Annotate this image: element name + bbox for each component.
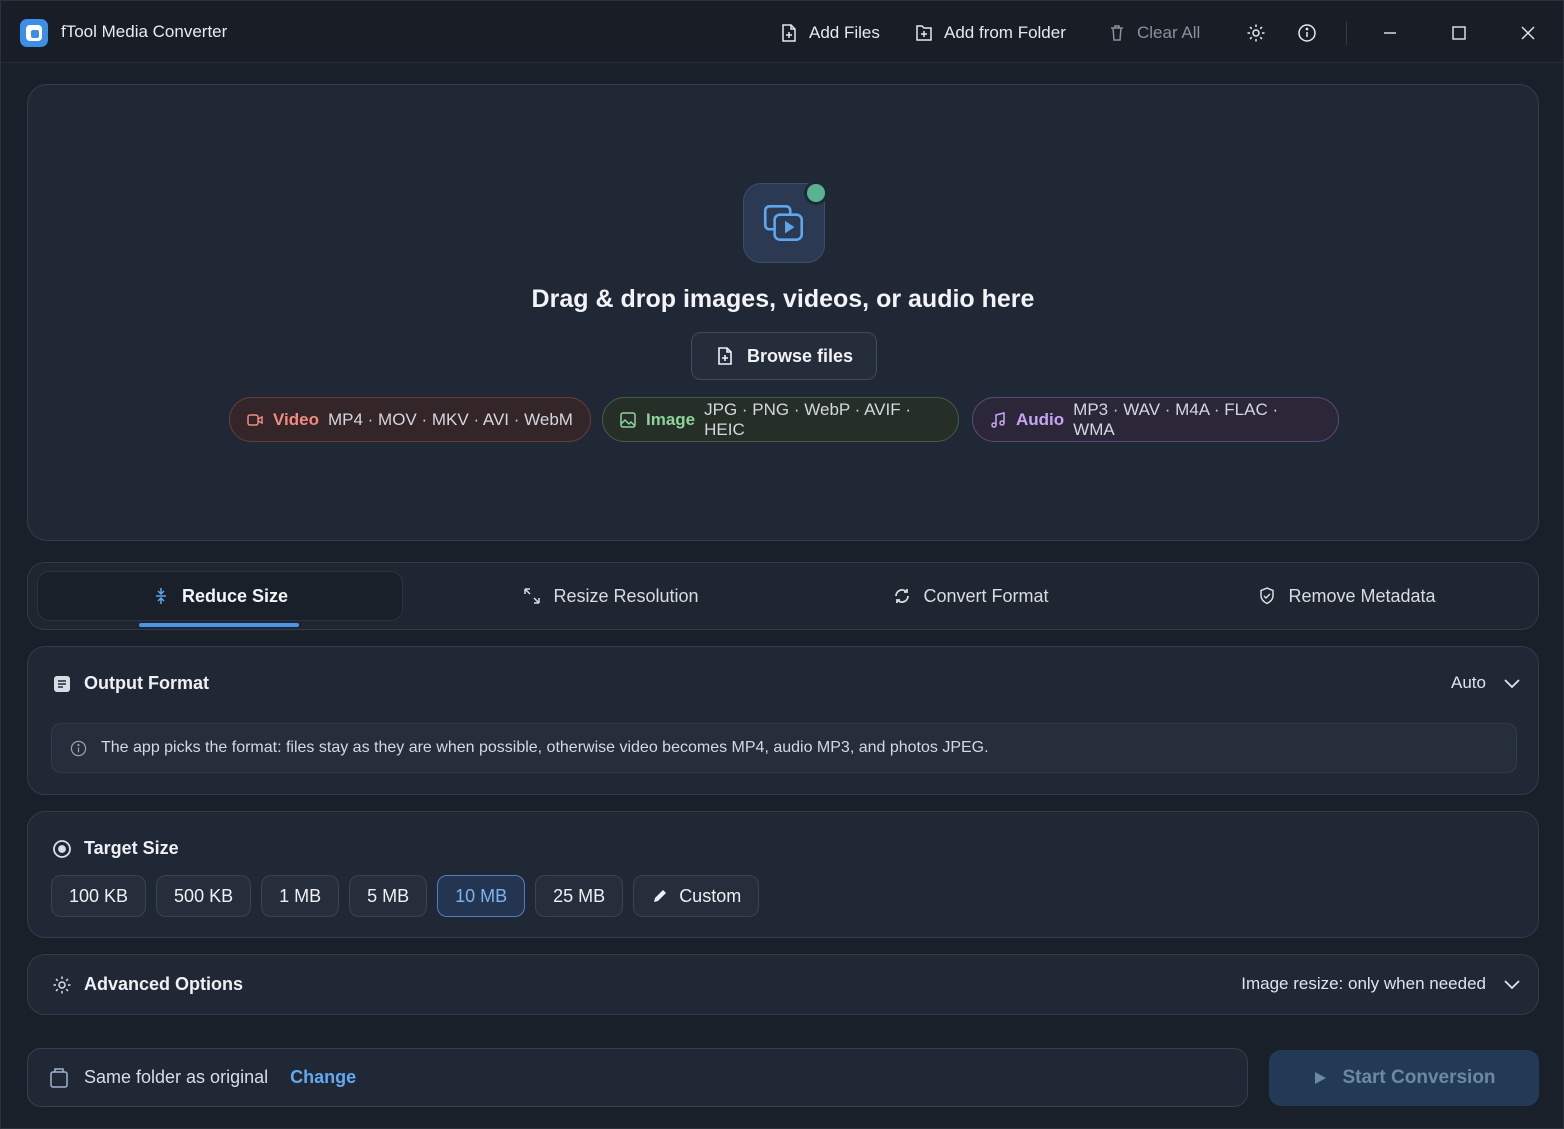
file-plus-icon bbox=[715, 346, 735, 366]
app-logo-icon bbox=[20, 19, 48, 47]
add-from-folder-button[interactable]: Add from Folder bbox=[914, 19, 1066, 47]
change-folder-link[interactable]: Change bbox=[290, 1067, 356, 1088]
video-format-chip: Video MP4 · MOV · MKV · AVI · WebM bbox=[229, 397, 591, 442]
clear-all-label: Clear All bbox=[1137, 23, 1201, 42]
app-title: fTool Media Converter bbox=[61, 22, 228, 41]
size-option-10mb[interactable]: 10 MB bbox=[437, 875, 526, 917]
tab-reduce-size[interactable]: Reduce Size bbox=[37, 571, 403, 621]
pencil-icon bbox=[651, 887, 669, 905]
music-note-icon bbox=[989, 411, 1007, 429]
target-size-header: Target Size bbox=[52, 838, 179, 859]
chevron-down-icon bbox=[1502, 974, 1522, 994]
info-icon bbox=[1298, 24, 1316, 42]
output-format-title: Output Format bbox=[84, 673, 209, 693]
browse-files-label: Browse files bbox=[746, 345, 854, 366]
about-button[interactable] bbox=[1293, 19, 1321, 47]
tab-convert-format[interactable]: Convert Format bbox=[788, 571, 1154, 621]
output-format-dropdown[interactable]: Auto bbox=[1451, 673, 1522, 693]
image-chip-formats: JPG · PNG · WebP · AVIF · HEIC bbox=[704, 399, 912, 439]
folder-icon bbox=[48, 1067, 70, 1089]
clear-all-button[interactable]: Clear All bbox=[1107, 19, 1200, 47]
output-format-info-text: The app picks the format: files stay as … bbox=[101, 739, 989, 756]
maximize-button[interactable] bbox=[1445, 19, 1473, 47]
mode-tabs: Reduce Size Resize Resolution Convert Fo… bbox=[27, 562, 1539, 630]
maximize-icon bbox=[1452, 26, 1466, 40]
size-option-5mb[interactable]: 5 MB bbox=[349, 875, 428, 917]
size-option-1mb[interactable]: 1 MB bbox=[261, 875, 340, 917]
advanced-options-header: Advanced Options bbox=[52, 974, 243, 995]
audio-chip-category: Audio bbox=[1016, 409, 1065, 429]
advanced-options-panel[interactable]: Advanced Options Image resize: only when… bbox=[27, 954, 1539, 1015]
image-chip-category: Image bbox=[646, 409, 696, 429]
output-format-panel: Output Format Auto The app picks the for… bbox=[27, 646, 1539, 795]
audio-format-chip: Audio MP3 · WAV · M4A · FLAC · WMA bbox=[972, 397, 1339, 442]
output-folder-label: Same folder as original bbox=[84, 1067, 269, 1087]
shield-icon bbox=[1258, 587, 1276, 605]
start-conversion-button[interactable]: Start Conversion bbox=[1269, 1050, 1539, 1106]
video-icon bbox=[246, 411, 264, 429]
size-option-25mb[interactable]: 25 MB bbox=[535, 875, 624, 917]
resize-icon bbox=[523, 587, 541, 605]
app-window: fTool Media Converter Add Files Add from… bbox=[0, 0, 1564, 1129]
compress-icon bbox=[152, 587, 170, 605]
drop-title: Drag & drop images, videos, or audio her… bbox=[531, 285, 1035, 313]
add-files-button[interactable]: Add Files bbox=[779, 19, 880, 47]
drop-zone[interactable]: Drag & drop images, videos, or audio her… bbox=[27, 84, 1539, 541]
add-files-label: Add Files bbox=[809, 23, 880, 42]
tab-remove-metadata[interactable]: Remove Metadata bbox=[1164, 571, 1530, 621]
gear-icon bbox=[52, 975, 72, 995]
output-format-header: Output Format bbox=[52, 673, 209, 694]
audio-chip-formats: MP3 · WAV · M4A · FLAC · WMA bbox=[1073, 399, 1279, 439]
custom-size-label: Custom bbox=[679, 885, 742, 906]
add-from-folder-label: Add from Folder bbox=[944, 23, 1066, 42]
advanced-options-toggle[interactable]: Image resize: only when needed bbox=[1241, 974, 1522, 994]
active-tab-indicator bbox=[139, 623, 299, 627]
target-size-panel: Target Size 100 KB 500 KB 1 MB 5 MB 10 M… bbox=[27, 811, 1539, 938]
advanced-options-title: Advanced Options bbox=[84, 974, 244, 994]
image-icon bbox=[619, 411, 637, 429]
toolbar-divider bbox=[1346, 21, 1347, 45]
size-option-custom[interactable]: Custom bbox=[633, 875, 760, 917]
gear-icon bbox=[1247, 24, 1265, 42]
image-format-chip: Image JPG · PNG · WebP · AVIF · HEIC bbox=[602, 397, 959, 442]
document-icon bbox=[52, 674, 72, 694]
trash-icon bbox=[1107, 23, 1127, 43]
tab-remove-metadata-label: Remove Metadata bbox=[1288, 585, 1436, 606]
play-icon bbox=[1312, 1070, 1328, 1086]
tab-resize-resolution[interactable]: Resize Resolution bbox=[428, 571, 794, 621]
video-chip-formats: MP4 · MOV · MKV · AVI · WebM bbox=[327, 409, 573, 429]
refresh-icon bbox=[893, 587, 911, 605]
close-icon bbox=[1521, 26, 1535, 40]
target-icon bbox=[52, 839, 72, 859]
output-folder-bar: Same folder as original Change bbox=[27, 1048, 1248, 1107]
output-format-info: The app picks the format: files stay as … bbox=[51, 723, 1517, 773]
advanced-options-summary: Image resize: only when needed bbox=[1241, 974, 1486, 993]
settings-button[interactable] bbox=[1242, 19, 1270, 47]
output-format-value: Auto bbox=[1451, 673, 1486, 692]
video-chip-category: Video bbox=[273, 409, 319, 429]
minimize-icon bbox=[1384, 32, 1396, 34]
browse-files-button[interactable]: Browse files bbox=[691, 332, 877, 380]
status-dot bbox=[804, 181, 828, 205]
target-size-title: Target Size bbox=[84, 838, 179, 858]
tab-reduce-size-label: Reduce Size bbox=[181, 585, 289, 606]
file-plus-icon bbox=[779, 23, 799, 43]
tab-resize-resolution-label: Resize Resolution bbox=[553, 585, 699, 606]
tab-convert-format-label: Convert Format bbox=[923, 585, 1049, 606]
info-icon bbox=[70, 740, 87, 757]
chevron-down-icon bbox=[1502, 673, 1522, 693]
start-conversion-label: Start Conversion bbox=[1342, 1067, 1496, 1088]
title-bar: fTool Media Converter Add Files Add from… bbox=[1, 1, 1563, 63]
size-option-500kb[interactable]: 500 KB bbox=[156, 875, 252, 917]
size-option-100kb[interactable]: 100 KB bbox=[51, 875, 147, 917]
close-button[interactable] bbox=[1514, 19, 1542, 47]
folder-plus-icon bbox=[914, 23, 934, 43]
target-size-options: 100 KB 500 KB 1 MB 5 MB 10 MB 25 MB Cust… bbox=[51, 875, 760, 917]
minimize-button[interactable] bbox=[1376, 19, 1404, 47]
